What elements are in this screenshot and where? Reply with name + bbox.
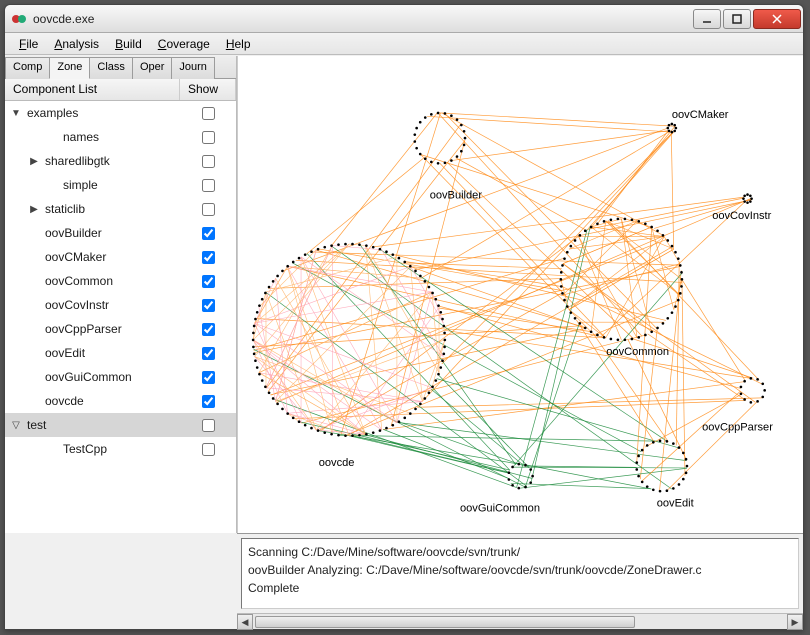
tab-zone[interactable]: Zone <box>49 57 90 79</box>
close-button[interactable] <box>753 9 801 29</box>
tree-label: oovCovInstr <box>41 298 180 312</box>
col-show[interactable]: Show <box>180 79 236 100</box>
titlebar[interactable]: oovcde.exe <box>5 5 803 33</box>
graph-node-label: oovcde <box>319 457 355 469</box>
tree-label: simple <box>59 178 180 192</box>
menu-build[interactable]: Build <box>107 35 150 53</box>
tree-row[interactable]: ▽test <box>5 413 236 437</box>
graph-node-label: oovCMaker <box>672 109 729 121</box>
expand-icon[interactable]: ▽ <box>9 420 23 431</box>
show-checkbox[interactable] <box>202 227 215 240</box>
status-line: Complete <box>248 579 792 597</box>
scroll-thumb[interactable] <box>255 616 635 628</box>
tree-row[interactable]: oovGuiCommon <box>5 365 236 389</box>
zone-graph[interactable]: oovcde oovBuilder oovCMaker oovCovInstr oovC… <box>238 56 803 533</box>
menu-coverage[interactable]: Coverage <box>150 35 218 53</box>
tree-row[interactable]: oovCMaker <box>5 245 236 269</box>
scroll-right-icon[interactable]: ▶ <box>787 614 803 630</box>
tab-journ[interactable]: Journ <box>171 57 215 79</box>
graph-node-label: oovEdit <box>657 497 694 509</box>
graph-node-label: oovCppParser <box>702 422 773 434</box>
tree-label: examples <box>23 106 180 120</box>
tab-bar: CompZoneClassOperJourn <box>5 56 236 79</box>
scroll-left-icon[interactable]: ◀ <box>237 614 253 630</box>
expand-icon[interactable]: ▼ <box>9 108 23 119</box>
window-title: oovcde.exe <box>33 12 693 26</box>
show-checkbox[interactable] <box>202 347 215 360</box>
tree-row[interactable]: names <box>5 125 236 149</box>
show-checkbox[interactable] <box>202 443 215 456</box>
show-checkbox[interactable] <box>202 251 215 264</box>
status-text[interactable]: Scanning C:/Dave/Mine/software/oovcde/sv… <box>241 538 799 609</box>
tree-row[interactable]: oovcde <box>5 389 236 413</box>
tab-class[interactable]: Class <box>89 57 133 79</box>
tree-label: oovCMaker <box>41 250 180 264</box>
tree-row[interactable]: ▶staticlib <box>5 197 236 221</box>
menu-help[interactable]: Help <box>218 35 259 53</box>
tab-comp[interactable]: Comp <box>5 57 50 79</box>
show-checkbox[interactable] <box>202 155 215 168</box>
maximize-button[interactable] <box>723 9 751 29</box>
show-checkbox[interactable] <box>202 107 215 120</box>
minimize-button[interactable] <box>693 9 721 29</box>
tree-row[interactable]: oovCppParser <box>5 317 236 341</box>
tree-label: oovBuilder <box>41 226 180 240</box>
tree-label: oovCppParser <box>41 322 180 336</box>
status-line: Scanning C:/Dave/Mine/software/oovcde/sv… <box>248 543 792 561</box>
col-component[interactable]: Component List <box>5 79 180 100</box>
tree-row[interactable]: oovCovInstr <box>5 293 236 317</box>
tree-label: staticlib <box>41 202 180 216</box>
graph-node-label: oovBuilder <box>430 190 483 202</box>
show-checkbox[interactable] <box>202 275 215 288</box>
left-panel: CompZoneClassOperJourn Component List Sh… <box>5 56 237 533</box>
graph-node-label: oovCovInstr <box>712 210 771 222</box>
show-checkbox[interactable] <box>202 323 215 336</box>
tree-row[interactable]: ▼examples <box>5 101 236 125</box>
show-checkbox[interactable] <box>202 419 215 432</box>
app-icon <box>11 11 27 27</box>
status-panel: Scanning C:/Dave/Mine/software/oovcde/sv… <box>237 533 803 629</box>
app-window: oovcde.exe File Analysis Build Coverage … <box>4 4 804 630</box>
show-checkbox[interactable] <box>202 131 215 144</box>
tree-label: oovcde <box>41 394 180 408</box>
component-tree[interactable]: ▼examplesnames▶sharedlibgtksimple▶static… <box>5 101 236 533</box>
tab-oper[interactable]: Oper <box>132 57 172 79</box>
tree-row[interactable]: simple <box>5 173 236 197</box>
tree-row[interactable]: oovCommon <box>5 269 236 293</box>
graph-panel[interactable]: oovcde oovBuilder oovCMaker oovCovInstr oovC… <box>237 56 803 533</box>
expand-icon[interactable]: ▶ <box>27 156 41 167</box>
show-checkbox[interactable] <box>202 395 215 408</box>
graph-node-label: oovCommon <box>606 346 669 358</box>
tree-label: oovCommon <box>41 274 180 288</box>
show-checkbox[interactable] <box>202 299 215 312</box>
tree-label: sharedlibgtk <box>41 154 180 168</box>
show-checkbox[interactable] <box>202 371 215 384</box>
menu-analysis[interactable]: Analysis <box>46 35 107 53</box>
expand-icon[interactable]: ▶ <box>27 204 41 215</box>
horizontal-scrollbar[interactable]: ◀ ▶ <box>237 613 803 629</box>
tree-label: TestCpp <box>59 442 180 456</box>
tree-label: oovGuiCommon <box>41 370 180 384</box>
tree-label: oovEdit <box>41 346 180 360</box>
list-header: Component List Show <box>5 79 236 101</box>
tree-label: test <box>23 418 180 432</box>
show-checkbox[interactable] <box>202 203 215 216</box>
tree-row[interactable]: oovEdit <box>5 341 236 365</box>
menubar: File Analysis Build Coverage Help <box>5 33 803 55</box>
tree-row[interactable]: oovBuilder <box>5 221 236 245</box>
tree-label: names <box>59 130 180 144</box>
tree-row[interactable]: TestCpp <box>5 437 236 461</box>
menu-file[interactable]: File <box>11 35 46 53</box>
status-line: oovBuilder Analyzing: C:/Dave/Mine/softw… <box>248 561 792 579</box>
tree-row[interactable]: ▶sharedlibgtk <box>5 149 236 173</box>
show-checkbox[interactable] <box>202 179 215 192</box>
graph-node-label: oovGuiCommon <box>460 502 540 514</box>
